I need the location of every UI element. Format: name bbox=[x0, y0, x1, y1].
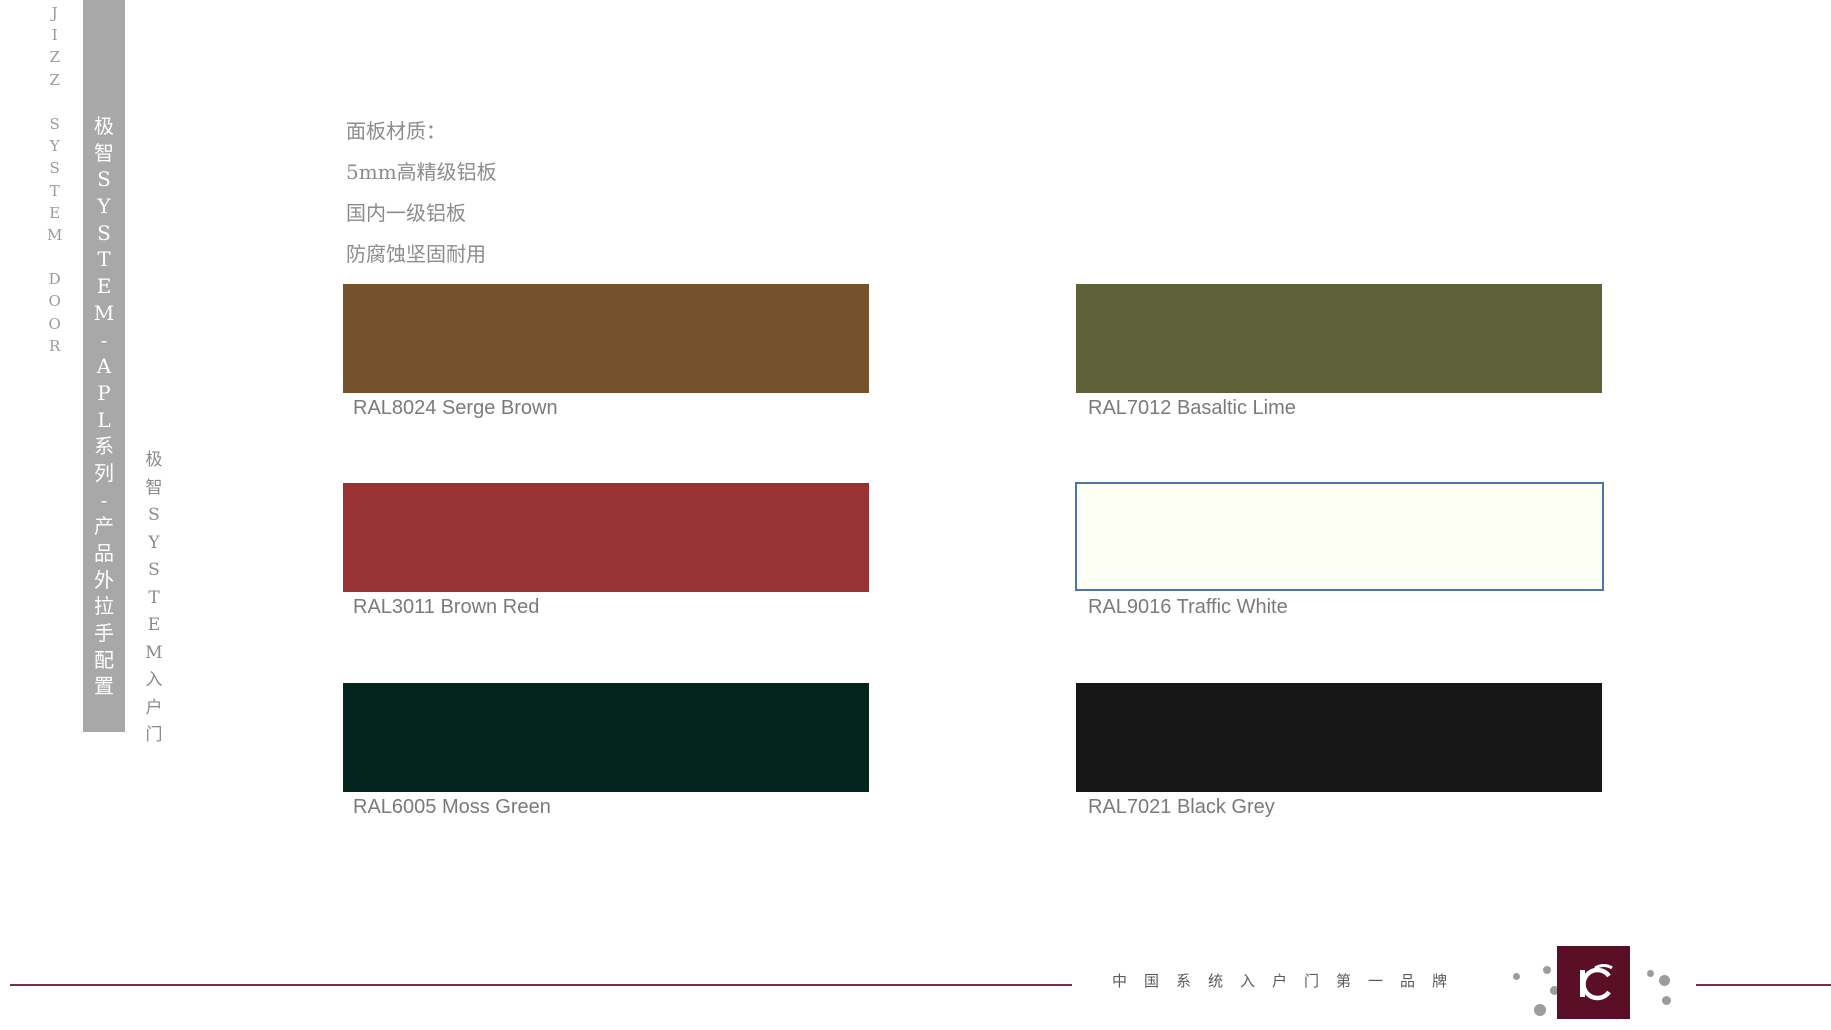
footer-divider-right bbox=[1696, 984, 1831, 986]
decor-dot bbox=[1543, 966, 1551, 974]
glyph: 入 bbox=[145, 670, 163, 690]
glyph: D bbox=[48, 270, 61, 289]
glyph bbox=[52, 95, 57, 117]
glyph bbox=[52, 250, 57, 272]
glyph: E bbox=[49, 203, 61, 222]
glyph: S bbox=[148, 560, 160, 580]
glyph: M bbox=[93, 300, 115, 325]
glyph: S bbox=[148, 505, 160, 525]
glyph: E bbox=[96, 274, 112, 299]
material-line: 防腐蚀坚固耐用 bbox=[346, 242, 486, 266]
glyph: 极 bbox=[145, 450, 163, 470]
series-title: 极智SYSTEM-APL系列-产品外拉手配置 bbox=[83, 116, 125, 703]
glyph: Z bbox=[49, 48, 60, 67]
glyph: S bbox=[97, 220, 111, 245]
decor-dot bbox=[1662, 996, 1671, 1005]
glyph: 外 bbox=[94, 567, 114, 592]
swatch-label: RAL9016 Traffic White bbox=[1088, 596, 1288, 618]
side-brand-text: JIZZ SYSTEM DOOR bbox=[47, 4, 63, 361]
glyph: 配 bbox=[94, 647, 114, 672]
glyph: 品 bbox=[94, 541, 114, 565]
glyph: S bbox=[49, 159, 60, 178]
glyph: Y bbox=[148, 532, 160, 553]
swatch-label: RAL7012 Basaltic Lime bbox=[1088, 397, 1296, 419]
color-swatch-serge-brown bbox=[343, 284, 869, 393]
footer-divider-left bbox=[10, 984, 1072, 986]
swatch-label: RAL3011 Brown Red bbox=[353, 596, 540, 618]
glyph: Y bbox=[97, 194, 111, 219]
glyph: - bbox=[100, 327, 108, 352]
glyph: R bbox=[49, 336, 61, 355]
glyph: 拉 bbox=[94, 594, 114, 619]
glyph: E bbox=[147, 615, 161, 635]
glyph: T bbox=[97, 247, 111, 272]
glyph: S bbox=[49, 114, 60, 133]
color-swatch-moss-green bbox=[343, 683, 869, 792]
glyph: I bbox=[51, 26, 58, 45]
decor-dot bbox=[1647, 970, 1654, 977]
glyph: M bbox=[47, 225, 63, 244]
swatch-label: RAL7021 Black Grey bbox=[1088, 796, 1275, 818]
material-heading: 面板材质： bbox=[346, 119, 446, 143]
footer-slogan: 中国系统入户门第一品牌 bbox=[1112, 972, 1465, 990]
glyph: O bbox=[48, 314, 61, 333]
glyph: 系 bbox=[94, 434, 114, 459]
glyph: J bbox=[51, 4, 58, 22]
decor-dot bbox=[1513, 973, 1520, 980]
glyph: T bbox=[148, 587, 160, 608]
glyph: Z bbox=[49, 70, 60, 89]
glyph: 极 bbox=[94, 114, 114, 138]
glyph: 门 bbox=[145, 725, 163, 745]
glyph: 户 bbox=[145, 697, 163, 718]
glyph: M bbox=[145, 642, 163, 663]
side-subtitle: 极智SYSTEM入户门 bbox=[143, 452, 165, 755]
glyph: S bbox=[97, 167, 111, 192]
swatch-label: RAL8024 Serge Brown bbox=[353, 397, 558, 419]
swatch-label: RAL6005 Moss Green bbox=[353, 796, 551, 818]
material-line: 国内一级铝板 bbox=[346, 201, 466, 225]
glyph: 产 bbox=[94, 514, 114, 539]
glyph: A bbox=[96, 354, 112, 379]
decor-dot bbox=[1534, 1004, 1546, 1016]
glyph: - bbox=[100, 487, 108, 512]
material-line: 5mm高精级铝板 bbox=[346, 160, 497, 184]
glyph: P bbox=[97, 380, 111, 405]
glyph: 智 bbox=[94, 140, 114, 165]
glyph: 列 bbox=[94, 460, 114, 485]
glyph: 智 bbox=[145, 477, 163, 498]
glyph: Y bbox=[49, 137, 60, 156]
color-swatch-brown-red bbox=[343, 483, 869, 592]
color-swatch-traffic-white bbox=[1075, 482, 1604, 591]
decor-dot bbox=[1659, 975, 1670, 986]
color-swatch-basaltic-lime bbox=[1076, 284, 1602, 393]
glyph: O bbox=[48, 292, 61, 311]
color-swatch-black-grey bbox=[1076, 683, 1602, 792]
glyph: L bbox=[97, 407, 111, 432]
glyph: 置 bbox=[94, 674, 114, 699]
jc-logo-icon bbox=[1557, 946, 1630, 1019]
glyph: 手 bbox=[94, 621, 114, 646]
material-description: 面板材质： 5mm高精级铝板 国内一级铝板 防腐蚀坚固耐用 bbox=[346, 116, 497, 280]
glyph: T bbox=[49, 181, 60, 200]
